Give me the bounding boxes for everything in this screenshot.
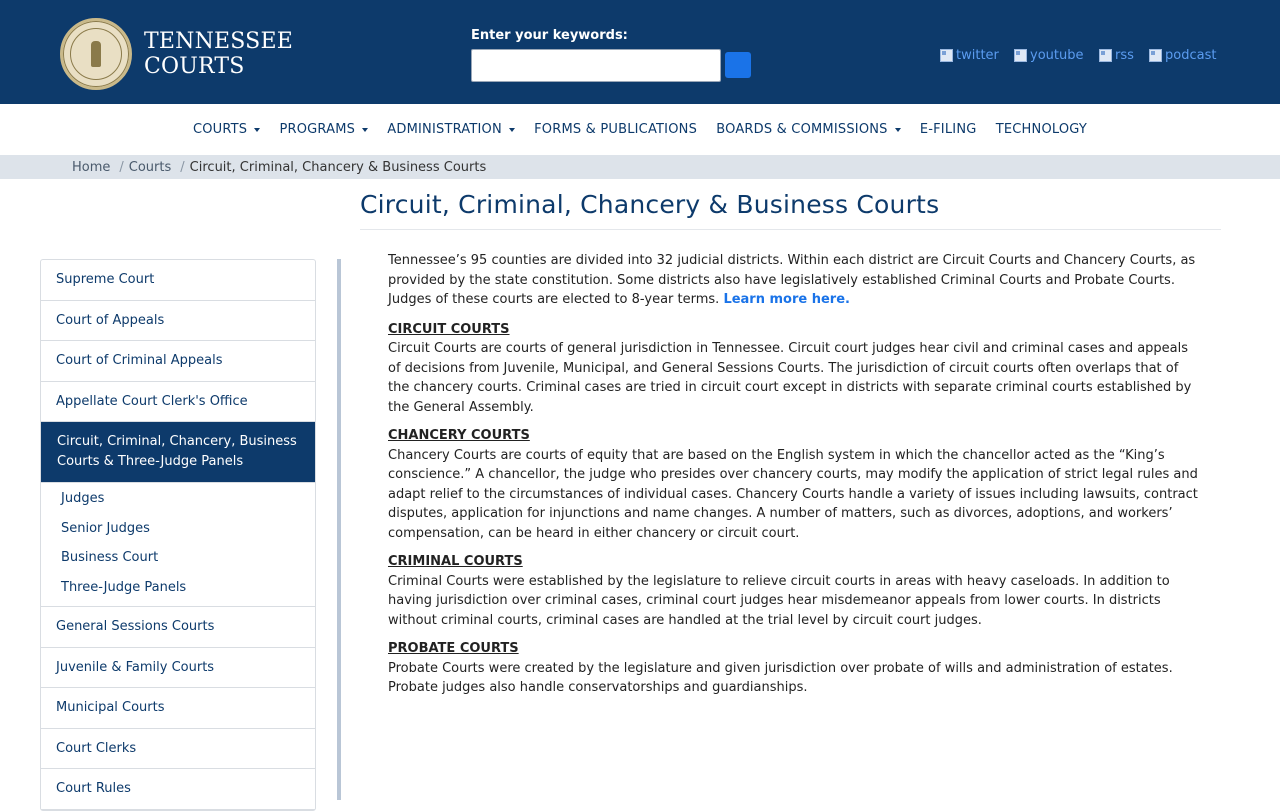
youtube-label: youtube (1030, 47, 1084, 63)
nav-programs-label: PROGRAMS (279, 122, 356, 137)
main-nav: COURTS PROGRAMS ADMINISTRATION FORMS & P… (0, 104, 1280, 155)
twitter-link[interactable]: twitter (939, 46, 999, 64)
sidebar-sub-business-court[interactable]: Business Court (41, 547, 315, 577)
learn-more-link[interactable]: Learn more here. (723, 292, 850, 307)
sidebar-item-court-of-appeals[interactable]: Court of Appeals (41, 301, 315, 341)
nav-technology-label: TECHNOLOGY (995, 122, 1088, 137)
youtube-link[interactable]: youtube (1013, 46, 1083, 64)
section-heading: PROBATE COURTS (388, 641, 519, 656)
section-body: Chancery Courts are courts of equity tha… (388, 447, 1198, 541)
nav-administration[interactable]: ADMINISTRATION (378, 122, 525, 137)
breadcrumb-separator: / (119, 159, 124, 175)
twitter-icon (939, 47, 955, 63)
breadcrumb-separator: / (180, 159, 185, 175)
podcast-link[interactable]: podcast (1148, 46, 1216, 64)
nav-efiling-label: E-FILING (919, 122, 977, 137)
title-divider (360, 229, 1221, 230)
tn-judiciary-seal-logo[interactable] (60, 18, 132, 90)
section-chancery: CHANCERY COURTS Chancery Courts are cour… (388, 426, 1203, 543)
nav-forms-label: FORMS & PUBLICATIONS (534, 122, 698, 137)
nav-boards-commissions[interactable]: BOARDS & COMMISSIONS (707, 122, 911, 137)
twitter-label: twitter (956, 47, 999, 63)
podcast-label: podcast (1165, 47, 1217, 63)
sidebar-sub-list: Judges Senior Judges Business Court Thre… (41, 483, 315, 607)
nav-e-filing[interactable]: E-FILING (910, 122, 986, 137)
search-label: Enter your keywords: (471, 28, 628, 43)
nav-boards-label: BOARDS & COMMISSIONS (716, 122, 888, 137)
sidebar-item-court-clerks[interactable]: Court Clerks (41, 729, 315, 769)
brand-line-1: TENNESSEE (144, 29, 293, 54)
sidebar-item-supreme-court[interactable]: Supreme Court (41, 260, 315, 301)
rss-label: rss (1115, 47, 1134, 63)
main-content: Tennessee’s 95 counties are divided into… (388, 251, 1203, 707)
caret-down-icon (508, 128, 515, 132)
intro-paragraph: Tennessee’s 95 counties are divided into… (388, 251, 1203, 310)
nav-courts-label: COURTS (192, 122, 248, 137)
site-header: TENNESSEE COURTS Enter your keywords: tw… (0, 0, 1280, 104)
sidebar-item-circuit-criminal-chancery[interactable]: Circuit, Criminal, Chancery, Business Co… (41, 422, 315, 483)
sidebar-item-municipal[interactable]: Municipal Courts (41, 688, 315, 729)
caret-down-icon (254, 128, 261, 132)
search-button[interactable] (725, 52, 751, 78)
search-input[interactable] (471, 49, 721, 82)
seal-figure (91, 41, 101, 67)
sidebar-item-general-sessions[interactable]: General Sessions Courts (41, 607, 315, 648)
rss-icon (1098, 47, 1114, 63)
section-heading: CIRCUIT COURTS (388, 321, 510, 337)
section-body: Circuit Courts are courts of general jur… (388, 341, 1192, 415)
breadcrumb-courts[interactable]: Courts (129, 160, 172, 175)
section-body: Criminal Courts were established by the … (388, 573, 1170, 628)
section-criminal: CRIMINAL COURTS Criminal Courts were est… (388, 552, 1203, 630)
nav-programs[interactable]: PROGRAMS (270, 122, 378, 137)
sidebar-sub-judges[interactable]: Judges (41, 488, 315, 518)
section-heading: CHANCERY COURTS (388, 428, 530, 443)
sidebar-sub-senior-judges[interactable]: Senior Judges (41, 518, 315, 548)
brand-line-2: COURTS (144, 54, 245, 79)
sidebar-divider (337, 259, 341, 800)
sidebar-item-juvenile-family[interactable]: Juvenile & Family Courts (41, 648, 315, 688)
sidebar-item-appellate-clerk[interactable]: Appellate Court Clerk's Office (41, 382, 315, 422)
breadcrumb-home[interactable]: Home (72, 160, 110, 175)
section-probate: PROBATE COURTS Probate Courts were creat… (388, 639, 1203, 698)
breadcrumb: Home / Courts / Circuit, Criminal, Chanc… (0, 155, 1280, 179)
sidebar-sub-three-judge-panels[interactable]: Three-Judge Panels (41, 577, 315, 607)
nav-forms-publications[interactable]: FORMS & PUBLICATIONS (525, 122, 707, 137)
site-brand[interactable]: TENNESSEE COURTS (144, 29, 293, 79)
podcast-icon (1148, 47, 1164, 63)
sidebar-item-court-of-criminal-appeals[interactable]: Court of Criminal Appeals (41, 341, 315, 382)
breadcrumb-current: Circuit, Criminal, Chancery & Business C… (189, 159, 487, 175)
nav-administration-label: ADMINISTRATION (387, 122, 502, 137)
section-body: Probate Courts were created by the legis… (388, 660, 1173, 696)
rss-link[interactable]: rss (1098, 46, 1134, 64)
section-heading: CRIMINAL COURTS (388, 554, 523, 569)
page-title: Circuit, Criminal, Chancery & Business C… (360, 190, 940, 219)
nav-courts[interactable]: COURTS (183, 122, 270, 137)
youtube-icon (1013, 47, 1029, 63)
sidebar-nav: Supreme Court Court of Appeals Court of … (40, 259, 316, 811)
caret-down-icon (894, 128, 901, 132)
sidebar-item-court-rules[interactable]: Court Rules (41, 769, 315, 810)
caret-down-icon (362, 128, 369, 132)
section-circuit: CIRCUIT COURTS Circuit Courts are courts… (388, 320, 1203, 418)
nav-technology[interactable]: TECHNOLOGY (986, 122, 1097, 137)
